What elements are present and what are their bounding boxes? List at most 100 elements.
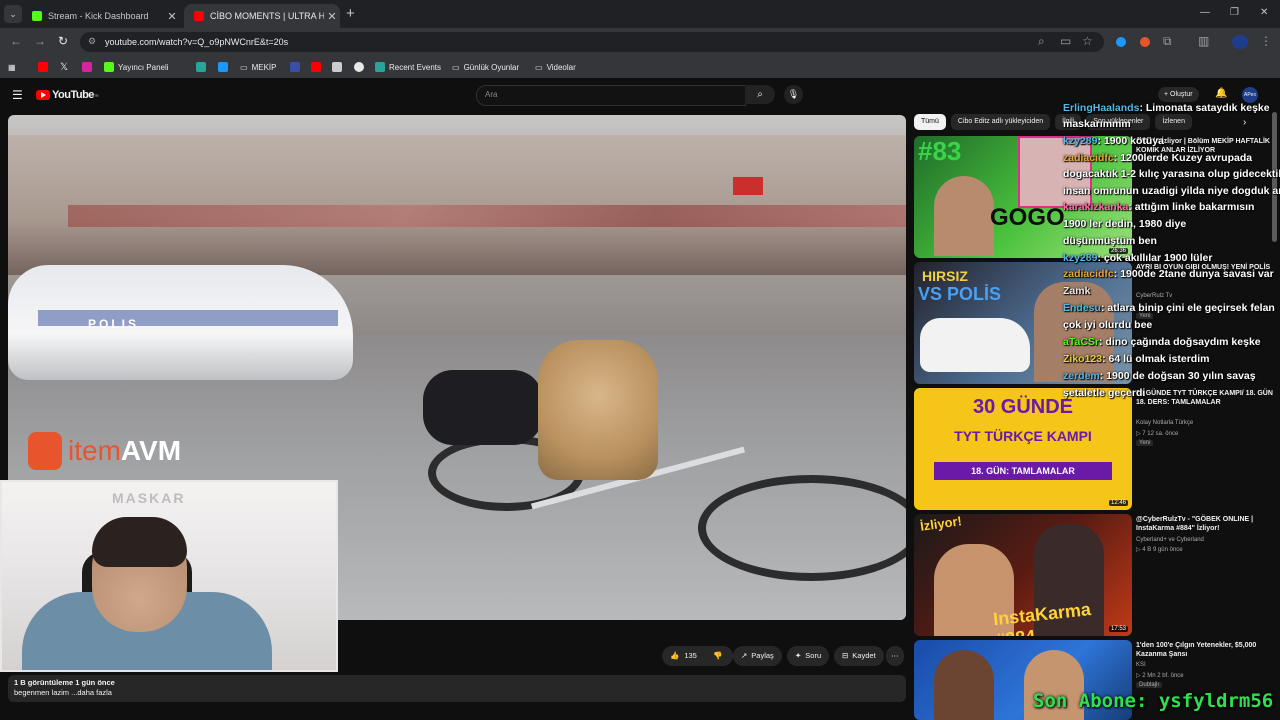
save-button[interactable]: ⊟ Kaydet [834, 646, 884, 666]
dislike-button[interactable]: 👎 [705, 646, 733, 666]
turkish-flag [733, 177, 763, 195]
chat-message: düşünmüştüm ben [1063, 235, 1157, 248]
new-tab-button[interactable]: + [346, 5, 355, 22]
forward-icon[interactable]: → [34, 34, 46, 48]
ask-button[interactable]: ✦ Soru [787, 646, 830, 666]
close-tab-icon[interactable]: ✕ [324, 10, 340, 23]
extension-icon[interactable] [1140, 37, 1150, 47]
related-video-thumbnail[interactable]: 30 GÜNDE TYT TÜRKÇE KAMPI 18. GÜN: TAMLA… [914, 388, 1132, 510]
cast-icon[interactable]: ▭ [1060, 34, 1071, 48]
star-icon[interactable]: ☆ [1082, 34, 1093, 48]
sparkle-icon: ✦ [795, 651, 802, 660]
thumb-car [920, 318, 1030, 372]
bookmark-yayinci-paneli[interactable]: Yayıncı Paneli [104, 60, 169, 74]
related-video-stats: ▷ 2 Mn 2 bf. önce [1136, 673, 1184, 679]
bookmark-tool[interactable] [332, 60, 346, 74]
profile-avatar[interactable] [1232, 35, 1248, 49]
related-video-stats: ▷ 7 12 sa. önce [1136, 431, 1179, 437]
close-tab-icon[interactable]: ✕ [164, 10, 180, 23]
app-icon [196, 62, 206, 72]
related-video-channel[interactable]: KSI [1136, 662, 1146, 668]
search-input[interactable] [476, 85, 746, 106]
zoom-icon[interactable]: ⌕ [1038, 34, 1045, 49]
reload-icon[interactable]: ↻ [58, 34, 68, 48]
account-avatar[interactable]: APex [1242, 87, 1258, 103]
related-video-title[interactable]: 30 GÜNDE TYT TÜRKÇE KAMPI/ 18. GÜN 18. D… [1136, 389, 1276, 407]
description-text[interactable]: begenmen lazim ...daha fazla [14, 688, 112, 697]
site-info-icon[interactable]: ⚙ [88, 36, 98, 46]
dog-backpack [423, 370, 543, 445]
youtube-icon [194, 11, 204, 21]
chip-watched[interactable]: İzlenen [1155, 114, 1192, 130]
chat-message: zadiacidfc: 1900de 2tane dunya savasi va… [1063, 268, 1274, 281]
search-button[interactable]: ⌕ [745, 85, 775, 104]
restore-icon[interactable]: ❐ [1230, 7, 1239, 18]
like-count: 135 [684, 651, 697, 660]
view-count-date: 1 B görüntüleme 1 gün önce [14, 678, 115, 687]
tab-search-button[interactable]: ⌄ [4, 5, 22, 23]
bookmark-obs[interactable] [354, 60, 368, 74]
hamburger-menu-icon[interactable]: ☰ [12, 88, 23, 102]
minimize-icon[interactable]: — [1200, 7, 1210, 18]
related-video-channel[interactable]: Kolay Notlarla Türkçe [1136, 420, 1193, 426]
site-icon [290, 62, 300, 72]
video-description[interactable] [8, 675, 906, 702]
bookmark-instagram[interactable] [82, 60, 96, 74]
extensions-puzzle-icon[interactable]: ⧉ [1163, 34, 1172, 49]
youtube-logo[interactable]: YouTube TR [36, 89, 99, 101]
back-icon[interactable]: ← [10, 34, 22, 48]
bookmark-label: Günlük Oyunlar [463, 62, 520, 72]
logo-text: YouTube [52, 89, 94, 101]
bookmark-mekip[interactable]: ▭ MEKİP [240, 60, 276, 74]
related-video-title[interactable]: @CyberRulzTv - "GÖBEK ONLINE | InstaKarm… [1136, 515, 1276, 533]
chat-text: : dino çağında doğsaydım keşke [1099, 336, 1261, 348]
related-video-title[interactable]: 1'den 100'e Çılgın Yetenekler, $5,000 Ka… [1136, 641, 1276, 659]
voice-search-button[interactable]: 🎙 [784, 85, 803, 104]
chat-username: zadiacidfc [1063, 152, 1114, 164]
thumb-face [934, 650, 994, 720]
share-button[interactable]: ↗ Paylaş [733, 646, 782, 666]
related-filter-chips: Tümü Cibo Editz adlı yükleyiciden İlgili… [914, 114, 1192, 130]
chat-text: maskarımmm [1063, 118, 1131, 130]
tab-title: CİBO MOMENTS | ULTRA HIZLI [210, 11, 324, 21]
tab-kick-dashboard[interactable]: Stream - Kick Dashboard ✕ [22, 4, 180, 28]
chat-message: karakizkanka: attığım linke bakarmısın [1063, 201, 1254, 214]
chat-message: kzy289: 1900 kötüya [1063, 135, 1164, 148]
bookmark-label: Videolar [546, 62, 576, 72]
latest-subscriber-alert: Son Abone: ysfyldrm56 [1033, 690, 1273, 712]
thumb-face [934, 176, 994, 256]
more-actions-button[interactable]: ⋯ [886, 646, 904, 666]
menu-dots-icon[interactable]: ⋮ [1260, 34, 1272, 48]
chat-message: Ziko123: 64 lü olmak isterdim [1063, 353, 1209, 366]
bookmark-x[interactable]: 𝕏 [60, 60, 68, 74]
related-video-channel[interactable]: CyberRulz Tv [1136, 293, 1172, 299]
chat-message: Zamk [1063, 285, 1090, 298]
create-button[interactable]: + Oluştur [1158, 87, 1199, 102]
chat-message: zerdem: 1900 de doğsan 30 yılın savaş [1063, 370, 1256, 383]
related-video-channel[interactable]: Cyberland+ ve Cyberland [1136, 537, 1204, 543]
tab-youtube-video[interactable]: CİBO MOMENTS | ULTRA HIZLI ✕ [184, 4, 340, 28]
apps-grid-icon[interactable]: ▦ [8, 60, 16, 74]
close-window-icon[interactable]: ✕ [1260, 7, 1268, 18]
bookmark-recent-events[interactable]: Recent Events [375, 60, 441, 74]
related-video-stats: ▷ 4 B 9 gün önce [1136, 547, 1183, 553]
bookmark-youtube[interactable] [38, 60, 52, 74]
bookmark-videolar[interactable]: ▭ Videolar [535, 60, 576, 74]
bookmark-gunluk-oyunlar[interactable]: ▭ Günlük Oyunlar [452, 60, 519, 74]
thumb-text: HIRSIZ [922, 268, 968, 284]
extension-icon[interactable] [1116, 37, 1126, 47]
bookmark-app[interactable] [196, 60, 210, 74]
bookmark-site[interactable] [290, 60, 304, 74]
bookmark-youtube-2[interactable] [311, 60, 325, 74]
folder-icon: ▭ [240, 62, 248, 72]
chat-text: insan omrunun uzadigi yilda niye dogduk … [1063, 185, 1280, 197]
chip-all[interactable]: Tümü [914, 114, 946, 130]
bookmark-prime[interactable] [218, 60, 232, 74]
related-video-thumbnail[interactable]: İzliyor! InstaKarma #884 17:53 [914, 514, 1132, 636]
side-panel-icon[interactable]: ▥ [1198, 34, 1209, 48]
brand-text-2: AVM [120, 435, 182, 466]
chip-uploader[interactable]: Cibo Editz adlı yükleyiciden [950, 114, 1051, 130]
chevron-right-icon[interactable]: › [1243, 117, 1246, 128]
url-text[interactable]: youtube.com/watch?v=Q_o9pNWCnrE&t=20s [105, 37, 288, 47]
notifications-bell-icon[interactable]: 🔔 [1215, 88, 1227, 99]
